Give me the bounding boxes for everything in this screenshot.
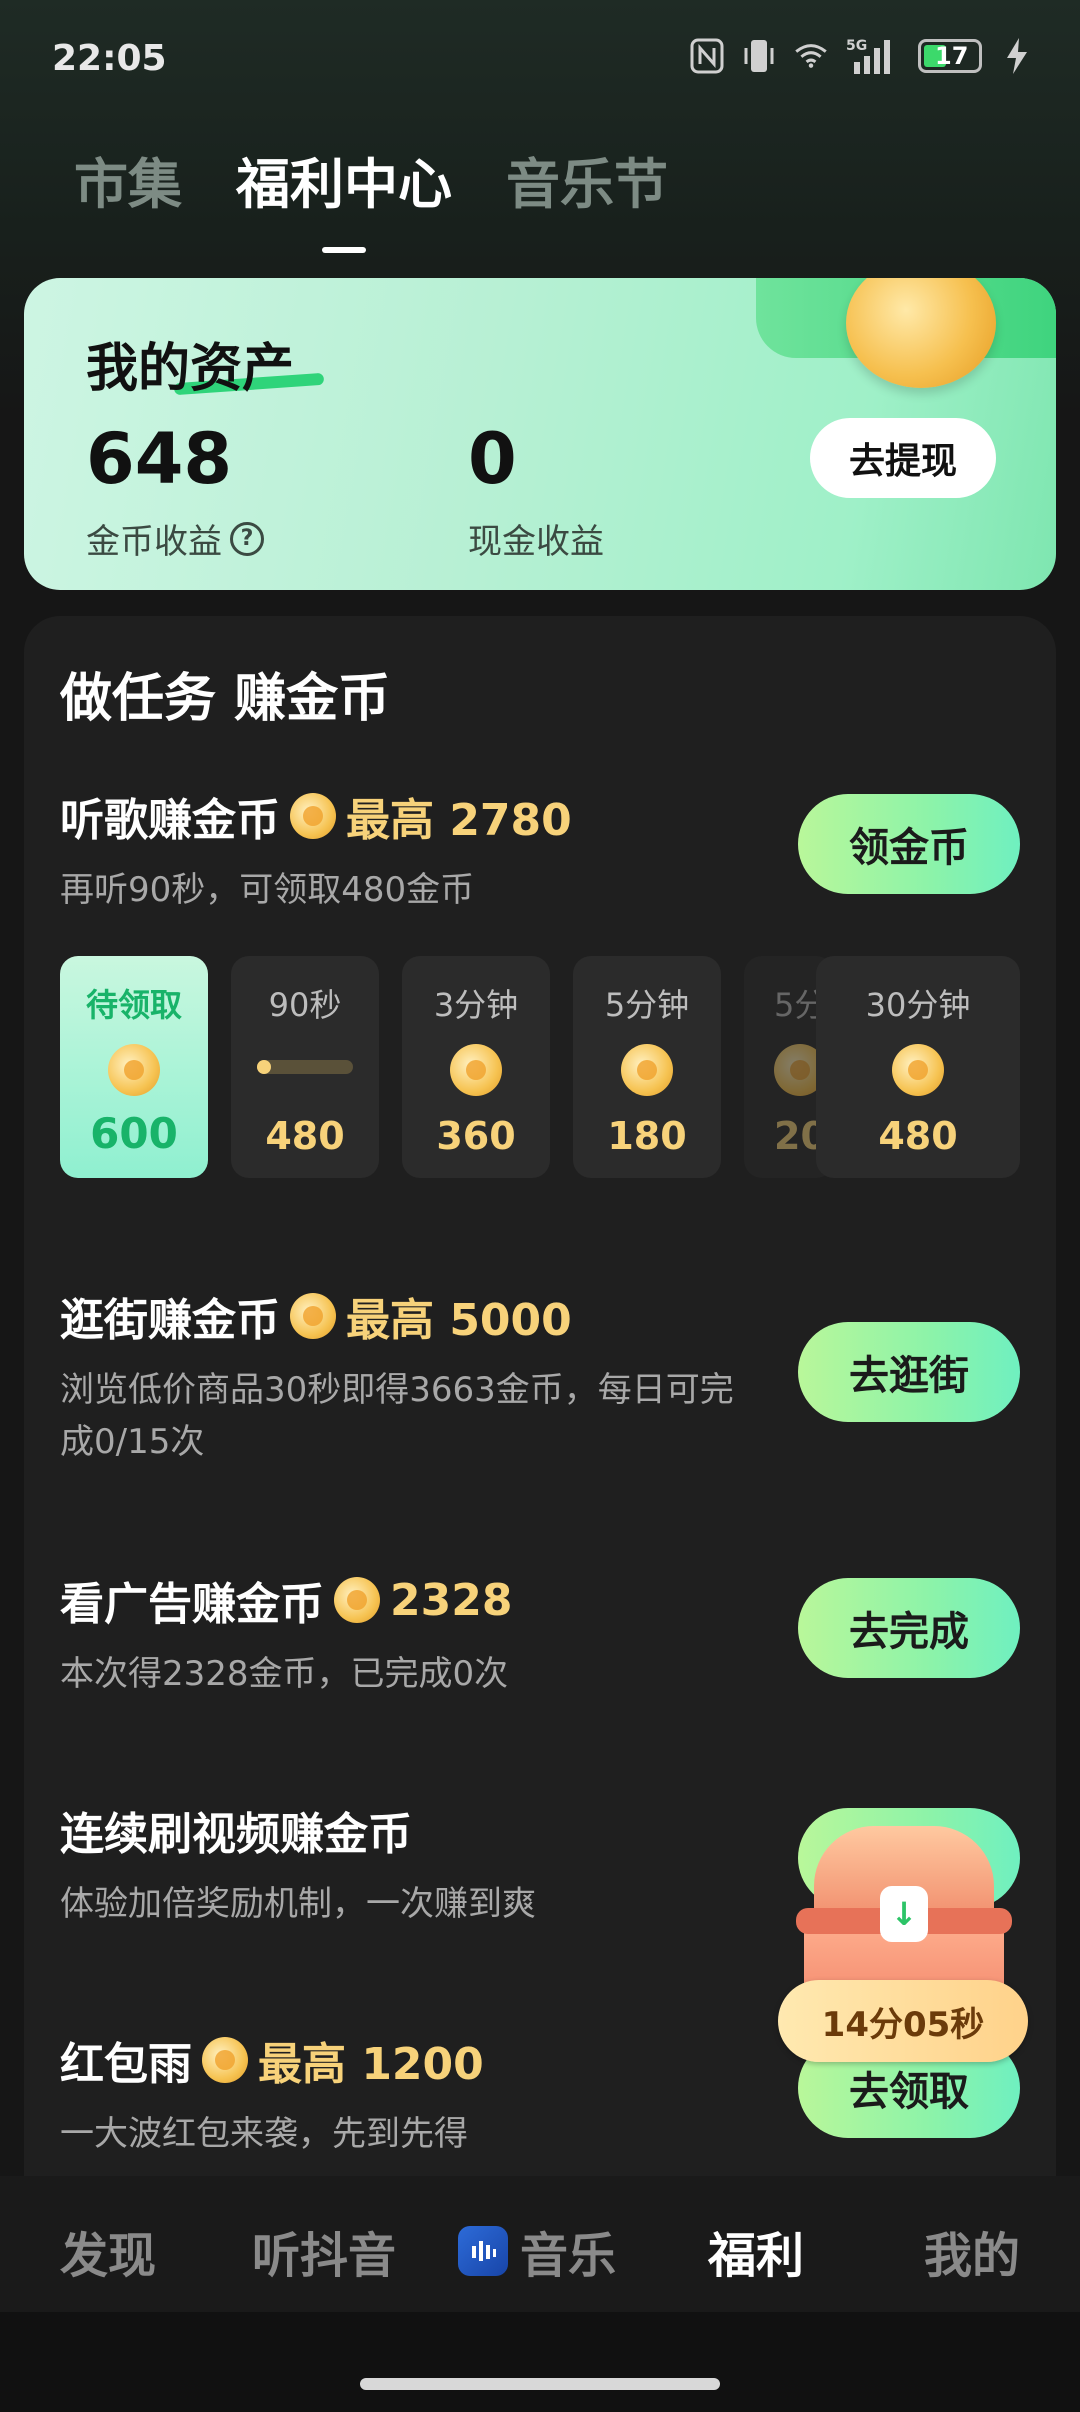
system-nav-area	[0, 2312, 1080, 2412]
chest-lock-icon: ↓	[880, 1886, 928, 1942]
timeline-value: 600	[90, 1109, 178, 1158]
coin-icon	[290, 1293, 336, 1339]
timeline-value: 180	[607, 1114, 687, 1158]
help-icon[interactable]: ?	[230, 521, 264, 556]
tab-music-festival[interactable]: 音乐节	[506, 140, 668, 219]
status-time: 22:05	[52, 38, 167, 79]
coin-icon	[290, 793, 336, 839]
timeline-value: 480	[265, 1114, 345, 1158]
timeline-item: 3分钟 360	[402, 956, 550, 1178]
vibrate-icon	[742, 36, 776, 76]
wifi-icon	[794, 36, 828, 76]
nav-music-label: 音乐	[520, 2228, 617, 2284]
assets-card: 我的资产 648 金币收益 ? 0 现金收益 去提现	[24, 278, 1056, 590]
top-tabs: 市集 福利中心 音乐节	[74, 140, 668, 219]
go-shopping-button[interactable]: 去逛街	[798, 1322, 1020, 1422]
coin-icon	[621, 1044, 673, 1096]
task-desc: 再听90秒，可领取480金币	[60, 870, 475, 910]
battery-icon: 17	[918, 39, 982, 73]
coins-label: 金币收益	[86, 522, 222, 562]
treasure-timer[interactable]: 14分05秒	[778, 1980, 1028, 2062]
task-desc: 体验加倍奖励机制，一次赚到爽	[60, 1884, 536, 1924]
cellular-5g-icon: 5G	[846, 36, 900, 76]
gold-coin-icon	[846, 278, 996, 388]
claim-coins-button[interactable]: 领金币	[798, 794, 1020, 894]
bottom-nav: 发现 听抖音 音乐 福利 我的	[0, 2176, 1080, 2312]
timeline-item[interactable]: 待领取 600	[60, 956, 208, 1178]
timeline-label: 待领取	[85, 986, 182, 1024]
coin-icon	[202, 2037, 248, 2083]
nav-music[interactable]: 音乐	[458, 2216, 616, 2286]
tab-welfare-center[interactable]: 福利中心	[236, 140, 452, 219]
music-app-icon	[458, 2226, 508, 2276]
charging-icon	[1000, 36, 1034, 76]
battery-text: 17	[935, 42, 969, 70]
home-indicator[interactable]	[360, 2378, 720, 2390]
task-name: 听歌赚金币	[60, 795, 280, 846]
task-bonus: 最高 1200	[258, 2039, 484, 2090]
coin-icon	[450, 1044, 502, 1096]
timeline-value: 480	[878, 1114, 958, 1158]
network-label: 5G	[846, 38, 867, 54]
nav-me[interactable]: 我的	[924, 2216, 1020, 2286]
nfc-icon	[690, 36, 724, 76]
task-bonus: 最高 2780	[346, 795, 572, 846]
cash-value: 0	[468, 418, 517, 500]
timeline-item: 5分钟 180	[573, 956, 721, 1178]
task-desc: 一大波红包来袭，先到先得	[60, 2114, 468, 2154]
withdraw-button[interactable]: 去提现	[810, 418, 996, 498]
task-name: 看广告赚金币	[60, 1579, 324, 1630]
assets-title: 我的资产	[86, 339, 295, 399]
status-icons: 5G 17	[690, 36, 1034, 76]
timeline-progress	[257, 1060, 353, 1074]
nav-discover[interactable]: 发现	[60, 2216, 156, 2286]
task-desc: 本次得2328金币，已完成0次	[60, 1654, 509, 1694]
task-desc: 浏览低价商品30秒即得3663金币，每日可完成0/15次	[60, 1370, 734, 1462]
coins-value: 648	[86, 418, 233, 500]
nav-welfare[interactable]: 福利	[708, 2216, 804, 2286]
timeline-label: 30分钟	[865, 986, 971, 1024]
timeline-item: 90秒 480	[231, 956, 379, 1178]
tab-market[interactable]: 市集	[74, 140, 182, 219]
timeline-value: 360	[436, 1114, 516, 1158]
timeline-item: 30分钟 480	[816, 956, 1020, 1178]
coins-label-row: 金币收益 ?	[86, 514, 264, 563]
coin-icon	[108, 1044, 160, 1096]
status-bar: 22:05 5G 17	[0, 0, 1080, 120]
coin-stack-icon	[892, 1044, 944, 1096]
timeline-label: 5分钟	[604, 986, 690, 1024]
timeline-label: 3分钟	[433, 986, 519, 1024]
coin-icon	[334, 1577, 380, 1623]
nav-listen-douyin[interactable]: 听抖音	[252, 2216, 396, 2286]
task-bonus: 2328	[390, 1574, 513, 1626]
progress-fill	[257, 1060, 271, 1074]
cash-label: 现金收益	[468, 522, 604, 562]
listen-reward-timeline: 待领取 600 90秒 480 3分钟 360 5分钟 180 5分 20 30…	[60, 956, 1020, 1180]
task-bonus: 最高 5000	[346, 1295, 572, 1346]
task-name: 逛街赚金币	[60, 1295, 280, 1346]
timeline-label: 90秒	[268, 986, 342, 1024]
task-name: 连续刷视频赚金币	[60, 1809, 412, 1860]
tasks-title: 做任务 赚金币	[60, 669, 391, 729]
go-complete-button[interactable]: 去完成	[798, 1578, 1020, 1678]
task-name: 红包雨	[60, 2039, 192, 2090]
